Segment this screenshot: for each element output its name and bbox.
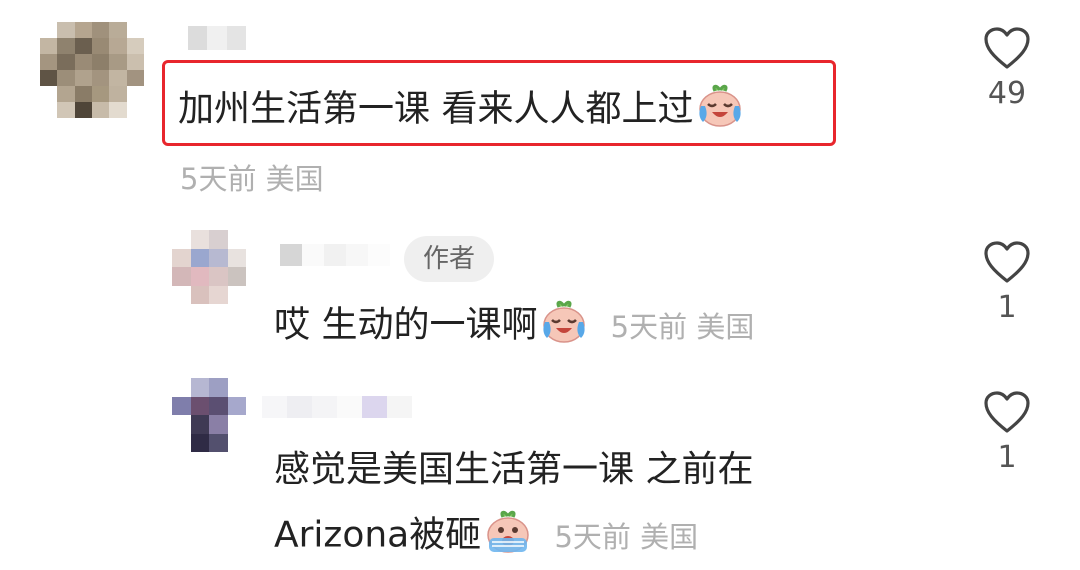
heart-icon[interactable]: [983, 26, 1031, 70]
comment-time: 5天前: [610, 309, 688, 344]
avatar[interactable]: [40, 22, 144, 118]
avatar[interactable]: [172, 378, 246, 452]
crying-face-emoji: [539, 298, 589, 355]
comment-text: 加州生活第一课 看来人人都上过: [178, 82, 745, 139]
author-badge: 作者: [404, 236, 494, 282]
comment-meta: 5天前 美国: [180, 156, 324, 198]
comment-time: 5天前: [554, 519, 631, 554]
username[interactable]: [280, 244, 390, 266]
comment-time: 5天前: [180, 162, 257, 196]
like-button[interactable]: 49: [972, 26, 1042, 112]
comment-location: 美国: [265, 162, 324, 196]
comment-location: 美国: [696, 309, 755, 344]
comment-location: 美国: [640, 519, 699, 554]
avatar[interactable]: [172, 230, 246, 304]
screaming-crying-face-emoji: [483, 508, 533, 565]
heart-icon[interactable]: [983, 240, 1031, 284]
heart-icon[interactable]: [983, 390, 1031, 434]
comment-text-content: 哎 生动的一课啊: [274, 304, 538, 346]
like-button[interactable]: 1: [972, 240, 1042, 326]
username[interactable]: [188, 26, 246, 50]
username[interactable]: [262, 396, 412, 418]
comment-text-line-1: 感觉是美国生活第一课 之前在: [274, 449, 754, 490]
like-count: 49: [987, 76, 1027, 111]
like-button[interactable]: 1: [972, 390, 1042, 476]
comment-text-content: 加州生活第一课 看来人人都上过: [178, 88, 694, 130]
comment-text: 哎 生动的一课啊 5天前 美国: [274, 298, 754, 355]
comment-meta: 5天前 美国: [545, 520, 698, 554]
comment-text-line-2: Arizona被砸 5天前 美国: [274, 508, 698, 565]
like-count: 1: [997, 440, 1017, 475]
comment-meta: 5天前 美国: [601, 309, 755, 344]
comment-text-content: Arizona被砸: [274, 514, 482, 556]
crying-face-emoji: [695, 82, 745, 139]
like-count: 1: [997, 290, 1017, 325]
